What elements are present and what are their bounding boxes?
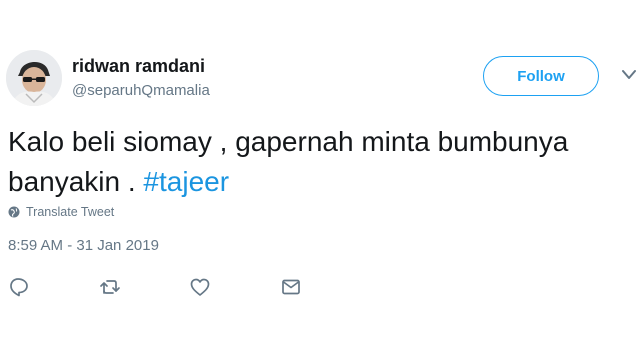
tweet-text: Kalo beli siomay , gapernah minta bumbun… — [8, 122, 636, 202]
display-name[interactable]: ridwan ramdani — [72, 56, 205, 77]
globe-icon — [8, 206, 20, 218]
envelope-icon[interactable] — [280, 276, 302, 298]
hashtag-link[interactable]: #tajeer — [143, 166, 229, 197]
translate-tweet-link[interactable]: Translate Tweet — [8, 205, 114, 219]
heart-icon[interactable] — [189, 276, 211, 298]
tweet-text-main: Kalo beli siomay , gapernah minta bumbun… — [8, 126, 569, 197]
follow-button[interactable]: Follow — [483, 56, 599, 96]
retweet-icon[interactable] — [99, 276, 121, 298]
translate-label: Translate Tweet — [26, 205, 115, 219]
avatar[interactable] — [6, 50, 62, 106]
chevron-down-icon[interactable] — [620, 68, 638, 82]
user-handle[interactable]: @separuhQmamalia — [72, 82, 210, 99]
timestamp[interactable]: 8:59 AM - 31 Jan 2019 — [8, 237, 159, 254]
reply-icon[interactable] — [8, 276, 30, 298]
